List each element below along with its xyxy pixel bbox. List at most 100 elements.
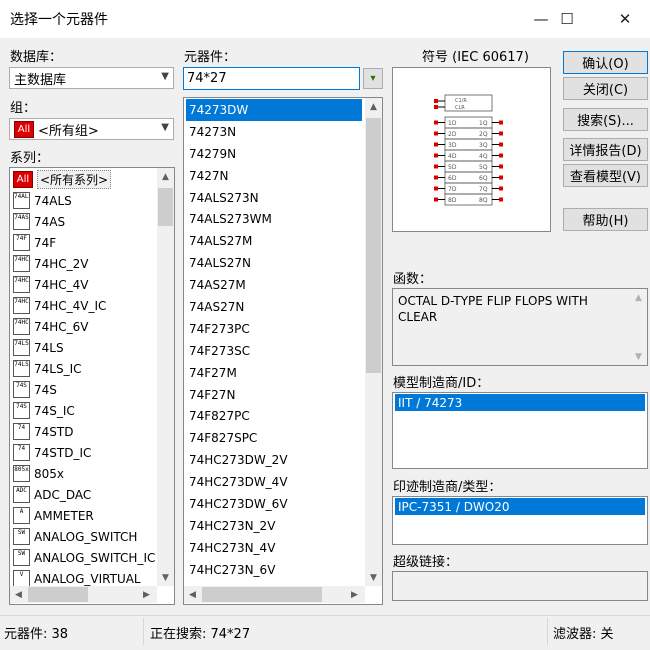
group-label: 组：	[10, 101, 37, 116]
family-item-label: 74AS	[34, 214, 66, 229]
chip-family-icon: 74	[13, 423, 30, 440]
component-item[interactable]: 74F27M	[186, 362, 362, 384]
component-item[interactable]: 74HC273N_2V	[186, 515, 362, 537]
component-item[interactable]: 74ALS27M	[186, 230, 362, 252]
component-list[interactable]: 74273DW 74273N 74279N 7427N 74ALS273N 74ALS27…	[183, 97, 383, 605]
component-item[interactable]: 74AS27M	[186, 274, 362, 296]
component-item[interactable]: 74273DW	[186, 99, 362, 121]
family-item[interactable]: 74S 74S	[13, 379, 157, 400]
family-item[interactable]: 805x 805x	[13, 463, 157, 484]
family-item[interactable]: SW ANALOG_SWITCH	[13, 526, 157, 547]
footprint-list[interactable]: IPC-7351 / DWO20	[392, 496, 648, 545]
family-list[interactable]: All<所有系列>74ALS74ALS74AS74AS74F74F74HC74H…	[9, 167, 175, 605]
component-item[interactable]: 74273N	[186, 121, 362, 143]
component-search-input[interactable]	[183, 67, 360, 90]
hyperlink-box[interactable]	[392, 571, 648, 601]
component-item[interactable]: 74F273PC	[186, 318, 362, 340]
list-item[interactable]: IIT / 74273	[395, 394, 645, 411]
search-button[interactable]: 搜索(S)...	[563, 108, 648, 131]
chip-family-icon: 74AS	[13, 213, 30, 230]
scroll-up-icon[interactable]: ▲	[365, 98, 382, 115]
component-item[interactable]: 74ALS273N	[186, 187, 362, 209]
database-select[interactable]: 主数据库 ▼	[9, 67, 174, 89]
detail-report-button[interactable]: 详情报告(D)	[563, 138, 648, 161]
group-value: <所有组>	[38, 123, 99, 139]
chip-family-icon: 74LS	[13, 360, 30, 377]
footprint-label: 印迹制造商/类型：	[393, 480, 502, 495]
component-hscroll[interactable]: ◀ ▶	[184, 586, 365, 603]
family-item[interactable]: A AMMETER	[13, 505, 157, 526]
family-item[interactable]: All <所有系列>	[13, 169, 157, 190]
filter-button[interactable]: ▾	[363, 68, 383, 89]
family-item[interactable]: 74 74STD_IC	[13, 442, 157, 463]
family-vscroll[interactable]: ▲ ▼	[157, 168, 174, 586]
close-button[interactable]: 关闭(C)	[563, 77, 648, 100]
component-item[interactable]: 74ALS273WM	[186, 208, 362, 230]
component-item[interactable]: 74F27N	[186, 384, 362, 406]
family-item[interactable]: 74S 74S_IC	[13, 400, 157, 421]
family-item-label: 74S_IC	[34, 403, 75, 418]
component-item[interactable]: 74HC273DW_6V	[186, 493, 362, 515]
chip-family-icon: SW	[13, 528, 30, 545]
family-item[interactable]: 74 74STD	[13, 421, 157, 442]
title-bar: 选择一个元器件 — ☐ ✕	[0, 0, 650, 38]
scroll-left-icon[interactable]: ◀	[10, 586, 27, 603]
scroll-up-icon[interactable]: ▲	[157, 168, 174, 185]
family-item[interactable]: 74LS 74LS	[13, 337, 157, 358]
scroll-right-icon[interactable]: ▶	[138, 586, 155, 603]
close-window-button[interactable]: ✕	[602, 0, 648, 38]
pin-label: 7Q	[479, 186, 488, 193]
family-item[interactable]: SW ANALOG_SWITCH_IC	[13, 547, 157, 568]
pin-marker	[499, 164, 503, 169]
list-item[interactable]: IPC-7351 / DWO20	[395, 498, 645, 515]
component-item[interactable]: 74HC273DW_2V	[186, 449, 362, 471]
window-title: 选择一个元器件	[10, 12, 108, 28]
component-vscroll[interactable]: ▲ ▼	[365, 98, 382, 586]
family-item[interactable]: 74HC 74HC_4V	[13, 274, 157, 295]
component-item[interactable]: 74AS27N	[186, 296, 362, 318]
component-item[interactable]: 74HC273N_4V	[186, 537, 362, 559]
family-item[interactable]: ADC ADC_DAC	[13, 484, 157, 505]
scroll-thumb[interactable]	[202, 587, 322, 602]
chip-family-icon: 74HC	[13, 255, 30, 272]
model-mfr-list[interactable]: IIT / 74273	[392, 392, 648, 469]
hyperlink-label: 超级链接：	[393, 555, 459, 570]
maximize-button[interactable]: ☐	[544, 0, 590, 38]
family-item[interactable]: 74HC 74HC_6V	[13, 316, 157, 337]
component-item[interactable]: 74279N	[186, 143, 362, 165]
scroll-down-icon[interactable]: ▼	[365, 569, 382, 586]
scroll-thumb[interactable]	[366, 118, 381, 373]
pin-marker	[434, 153, 438, 158]
function-vscroll[interactable]: ▲ ▼	[630, 289, 647, 365]
pin-label: 3D	[448, 142, 457, 149]
family-item[interactable]: 74HC 74HC_4V_IC	[13, 295, 157, 316]
component-item[interactable]: 74ALS27N	[186, 252, 362, 274]
family-item[interactable]: 74AS 74AS	[13, 211, 157, 232]
pin-label: 5D	[448, 164, 457, 171]
scroll-left-icon[interactable]: ◀	[184, 586, 201, 603]
component-item[interactable]: 74F827PC	[186, 405, 362, 427]
scroll-down-icon[interactable]: ▼	[157, 569, 174, 586]
family-item-label: 74S	[34, 382, 57, 397]
scroll-thumb[interactable]	[158, 188, 173, 226]
family-item-label: 74STD	[34, 424, 74, 439]
family-hscroll[interactable]: ◀ ▶	[10, 586, 157, 603]
component-item[interactable]: 74HC273DW_4V	[186, 471, 362, 493]
family-item[interactable]: 74F 74F	[13, 232, 157, 253]
family-item[interactable]: 74LS 74LS_IC	[13, 358, 157, 379]
scroll-thumb[interactable]	[28, 587, 88, 602]
scroll-up-icon[interactable]: ▲	[630, 289, 647, 306]
function-text-box[interactable]: OCTAL D-TYPE FLIP FLOPS WITH CLEAR ▲ ▼	[392, 288, 648, 366]
group-select[interactable]: All <所有组> ▼	[9, 118, 174, 140]
component-item[interactable]: 74HC273N_6V	[186, 559, 362, 581]
component-item[interactable]: 74F827SPC	[186, 427, 362, 449]
ok-button[interactable]: 确认(O)	[563, 51, 648, 74]
scroll-right-icon[interactable]: ▶	[346, 586, 363, 603]
view-model-button[interactable]: 查看模型(V)	[563, 164, 648, 187]
help-button[interactable]: 帮助(H)	[563, 208, 648, 231]
family-item[interactable]: 74HC 74HC_2V	[13, 253, 157, 274]
component-item[interactable]: 74F273SC	[186, 340, 362, 362]
family-item[interactable]: 74ALS 74ALS	[13, 190, 157, 211]
component-item[interactable]: 7427N	[186, 165, 362, 187]
scroll-down-icon[interactable]: ▼	[630, 348, 647, 365]
